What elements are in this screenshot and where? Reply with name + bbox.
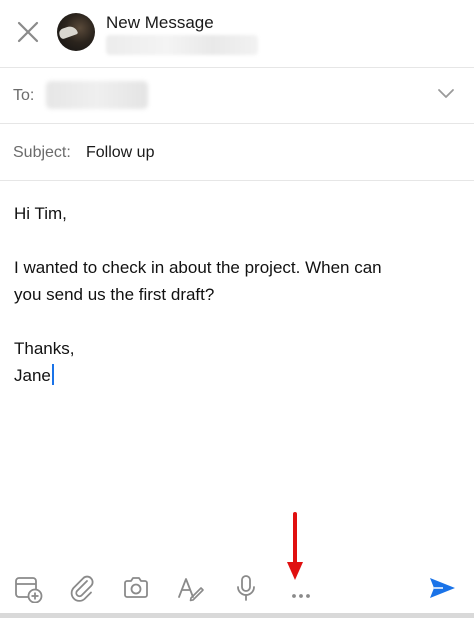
close-icon <box>17 21 39 43</box>
dictation-button[interactable] <box>230 572 262 604</box>
message-body[interactable]: Hi Tim, I wanted to check in about the p… <box>14 200 464 389</box>
body-line: you send us the first draft? <box>14 285 215 304</box>
avatar[interactable] <box>57 13 95 51</box>
body-line: I wanted to check in about the project. … <box>14 258 382 277</box>
format-text-icon <box>178 578 204 602</box>
text-cursor <box>51 364 54 385</box>
close-button[interactable] <box>14 18 42 46</box>
bottom-divider <box>0 613 474 618</box>
compose-toolbar <box>0 566 474 610</box>
more-icon <box>292 594 310 598</box>
camera-button[interactable] <box>120 572 152 604</box>
attach-file-button[interactable] <box>66 572 98 604</box>
to-label: To: <box>13 87 35 104</box>
signature-line: Jane <box>14 362 464 389</box>
chevron-down-icon[interactable] <box>437 88 455 100</box>
to-row[interactable]: To: <box>0 68 474 124</box>
closing-line: Thanks, <box>14 339 75 358</box>
compose-header: New Message <box>0 0 474 68</box>
subject-row[interactable]: Subject: Follow up <box>0 124 474 181</box>
send-button[interactable] <box>426 572 458 604</box>
greeting-line: Hi Tim, <box>14 204 67 223</box>
calendar-add-icon <box>15 577 43 603</box>
camera-icon <box>124 577 148 598</box>
to-recipient-redacted[interactable] <box>46 81 148 109</box>
page-title: New Message <box>106 13 214 32</box>
subject-input[interactable]: Follow up <box>86 144 154 162</box>
subject-label: Subject: <box>13 144 71 161</box>
microphone-icon <box>237 575 255 601</box>
signature-text: Jane <box>14 366 51 385</box>
send-icon <box>430 578 455 598</box>
more-options-button[interactable] <box>285 572 317 604</box>
format-text-button[interactable] <box>174 572 206 604</box>
sender-account-redacted[interactable] <box>106 35 258 55</box>
schedule-event-button[interactable] <box>12 572 44 604</box>
attachment-icon <box>70 575 94 602</box>
